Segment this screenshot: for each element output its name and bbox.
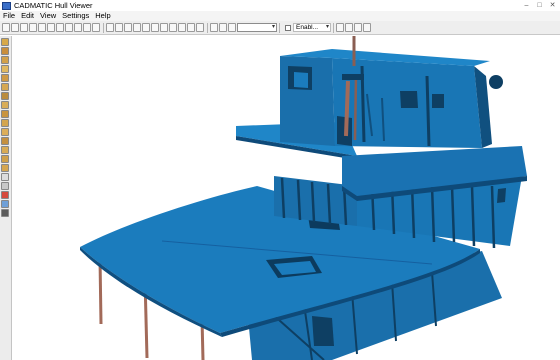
view-iso-icon[interactable] <box>187 23 195 32</box>
layer-weld-icon[interactable] <box>1 146 9 154</box>
chevron-down-icon: ▾ <box>325 24 329 30</box>
light-icon[interactable] <box>219 23 227 32</box>
toolbar-separator <box>279 22 280 33</box>
hull-model <box>80 36 527 360</box>
open-icon[interactable] <box>11 23 19 32</box>
menu-view[interactable]: View <box>37 11 59 21</box>
window-controls: – □ ✕ <box>521 1 558 10</box>
pan-icon[interactable] <box>83 23 91 32</box>
clip-icon[interactable] <box>1 182 9 190</box>
layer-girder-icon[interactable] <box>1 92 9 100</box>
layer-pillar-icon[interactable] <box>1 119 9 127</box>
layer-hull-icon[interactable] <box>1 38 9 46</box>
save-icon[interactable] <box>20 23 28 32</box>
chevron-down-icon: ▾ <box>271 24 275 30</box>
layer-profile-icon[interactable] <box>1 74 9 82</box>
view-side-icon[interactable] <box>169 23 177 32</box>
color-icon[interactable] <box>354 23 362 32</box>
layer-misc-icon[interactable] <box>1 164 9 172</box>
enable-checkbox[interactable] <box>285 24 291 31</box>
shade-icon[interactable] <box>336 23 344 32</box>
cut-icon[interactable] <box>38 23 46 32</box>
pointer-icon[interactable] <box>74 23 82 32</box>
paste-icon[interactable] <box>56 23 64 32</box>
toolbar-group-file <box>2 23 101 32</box>
highlight-icon[interactable] <box>1 191 9 199</box>
bridge-window-frame <box>294 72 308 88</box>
app-icon <box>2 1 11 10</box>
layer-opening-icon[interactable] <box>1 128 9 136</box>
minimize-icon[interactable]: – <box>521 1 532 10</box>
pipe-flange <box>342 74 364 80</box>
layer-sidebar <box>0 36 12 360</box>
wire-icon[interactable] <box>228 23 236 32</box>
menu-help[interactable]: Help <box>92 11 113 21</box>
menu-bar: File Edit View Settings Help <box>0 11 560 21</box>
searchlight-icon <box>489 75 503 89</box>
3d-viewport[interactable] <box>12 36 560 360</box>
enable-select[interactable]: Enabl... ▾ <box>293 23 331 32</box>
print-icon[interactable] <box>29 23 37 32</box>
outline-icon[interactable] <box>363 23 371 32</box>
walk-icon[interactable] <box>196 23 204 32</box>
layer-seam-icon[interactable] <box>1 137 9 145</box>
toolbar-separator <box>103 22 104 33</box>
rotate-right-icon[interactable] <box>151 23 159 32</box>
view-select[interactable]: ▾ <box>237 23 277 32</box>
exhaust-pipe <box>353 75 358 141</box>
layer-button-list <box>0 36 11 217</box>
layer-bracket-icon[interactable] <box>1 83 9 91</box>
layer-plate-icon[interactable] <box>1 65 9 73</box>
view-front-icon[interactable] <box>160 23 168 32</box>
exhaust-pipe <box>344 80 350 137</box>
window-title: CADMATIC Hull Viewer <box>14 1 93 10</box>
bridge-side-window <box>400 91 418 108</box>
zoom-in-icon[interactable] <box>124 23 132 32</box>
menu-file[interactable]: File <box>0 11 18 21</box>
side-window <box>497 188 506 203</box>
toolbar-group-display <box>210 23 237 32</box>
toolbar-group-view <box>106 23 205 32</box>
menu-settings[interactable]: Settings <box>59 11 92 21</box>
camera-icon[interactable] <box>210 23 218 32</box>
zoom-out-icon[interactable] <box>133 23 141 32</box>
rotate-icon[interactable] <box>92 23 100 32</box>
section-icon[interactable] <box>1 209 9 217</box>
zoom-fit-icon[interactable] <box>115 23 123 32</box>
view-top-icon[interactable] <box>178 23 186 32</box>
toolbar-group-render <box>336 23 372 32</box>
menu-edit[interactable]: Edit <box>18 11 37 21</box>
layer-block-icon[interactable] <box>1 155 9 163</box>
zoom-window-icon[interactable] <box>106 23 114 32</box>
bridge-side-window <box>432 94 444 108</box>
render-icon[interactable] <box>345 23 353 32</box>
lower-opening <box>312 316 334 346</box>
search-icon[interactable] <box>1 173 9 181</box>
toolbar-separator <box>333 22 334 33</box>
title-bar: CADMATIC Hull Viewer – □ ✕ <box>0 0 560 11</box>
layer-frame-icon[interactable] <box>1 101 9 109</box>
layer-stiffener-icon[interactable] <box>1 110 9 118</box>
copy-icon[interactable] <box>47 23 55 32</box>
new-file-icon[interactable] <box>2 23 10 32</box>
measure-icon[interactable] <box>1 200 9 208</box>
rotate-left-icon[interactable] <box>142 23 150 32</box>
hull-model-render[interactable] <box>12 36 560 360</box>
toolbar-separator <box>207 22 208 33</box>
main-toolbar: ▾ Enabl... ▾ <box>0 21 560 35</box>
redo-icon[interactable] <box>65 23 73 32</box>
maximize-icon[interactable]: □ <box>534 1 545 10</box>
layer-deck-icon[interactable] <box>1 47 9 55</box>
layer-bulkhead-icon[interactable] <box>1 56 9 64</box>
enable-label: Enabl... <box>296 24 319 31</box>
close-icon[interactable]: ✕ <box>547 1 558 10</box>
